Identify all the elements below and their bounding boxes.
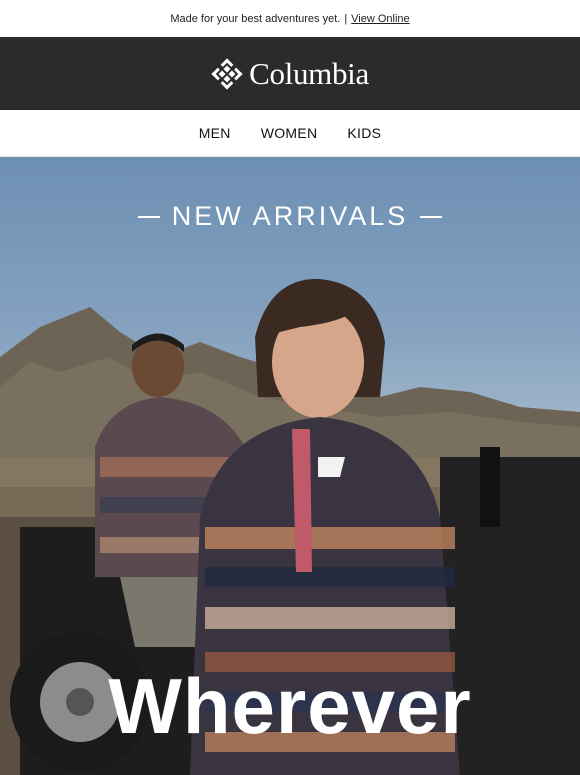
hero-banner[interactable]: NEW ARRIVALS Wherever (0, 157, 580, 775)
main-nav: MEN WOMEN KIDS (0, 110, 580, 157)
nav-item-women[interactable]: WOMEN (261, 125, 318, 141)
brand-logo[interactable]: Columbia (211, 56, 369, 92)
hero-title: NEW ARRIVALS (0, 201, 580, 232)
brand-name: Columbia (249, 55, 369, 91)
brand-bar: Columbia (0, 37, 580, 110)
preheader: Made for your best adventures yet. | Vie… (0, 0, 580, 37)
hero-title-text: NEW ARRIVALS (171, 201, 409, 231)
preheader-separator: | (344, 12, 348, 25)
preheader-text: Made for your best adventures yet. (170, 12, 341, 25)
view-online-link[interactable]: View Online (351, 13, 410, 25)
nav-item-men[interactable]: MEN (199, 125, 231, 141)
title-dash-right (420, 215, 443, 218)
nav-item-kids[interactable]: KIDS (347, 125, 381, 141)
columbia-diamond-icon (211, 57, 243, 90)
title-dash-left (137, 215, 160, 218)
hero-headline: Wherever (108, 662, 472, 750)
